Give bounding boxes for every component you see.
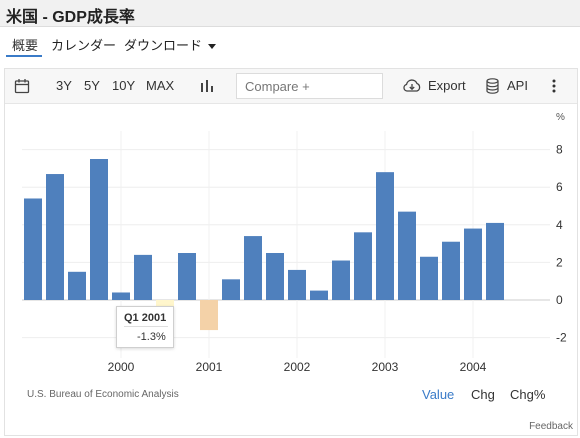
x-tick-label: 2003 bbox=[372, 360, 399, 374]
y-tick-label: 0 bbox=[556, 293, 563, 307]
mode-chg-button[interactable]: Chg bbox=[471, 387, 495, 402]
bar-q4-1999[interactable] bbox=[90, 159, 108, 300]
x-tick-label: 2004 bbox=[460, 360, 487, 374]
y-unit-label: % bbox=[556, 112, 565, 123]
bar-q2-1999[interactable] bbox=[46, 174, 64, 300]
x-tick-label: 2002 bbox=[284, 360, 311, 374]
bar-q1-1999[interactable] bbox=[24, 198, 42, 300]
bar-q4-2002[interactable] bbox=[354, 232, 372, 300]
chart-tooltip: Q1 2001 -1.3% bbox=[116, 306, 174, 348]
bar-q1-2000[interactable] bbox=[112, 292, 130, 300]
y-tick-label: 6 bbox=[556, 180, 563, 194]
bar-q2-2001[interactable] bbox=[222, 279, 240, 300]
bar-q2-2002[interactable] bbox=[310, 290, 328, 300]
bar-q1-2004[interactable] bbox=[464, 228, 482, 300]
bar-q1-2001[interactable] bbox=[200, 300, 218, 331]
y-tick-label: 2 bbox=[556, 255, 563, 269]
y-tick-label: -2 bbox=[556, 331, 567, 345]
bar-q4-2001[interactable] bbox=[266, 253, 284, 300]
bar-q2-2004[interactable] bbox=[486, 222, 504, 300]
bar-q3-2001[interactable] bbox=[244, 236, 262, 300]
x-tick-label: 2000 bbox=[108, 360, 135, 374]
tooltip-period: Q1 2001 bbox=[124, 312, 167, 324]
bar-q2-2003[interactable] bbox=[398, 211, 416, 300]
bar-q4-2003[interactable] bbox=[442, 241, 460, 300]
y-tick-label: 4 bbox=[556, 218, 563, 232]
chart-bars bbox=[24, 159, 504, 331]
tooltip-value: -1.3% bbox=[137, 331, 166, 343]
data-source-label: U.S. Bureau of Economic Analysis bbox=[27, 389, 179, 400]
y-tick-label: 8 bbox=[556, 143, 563, 157]
mode-chg-percent-button[interactable]: Chg% bbox=[510, 387, 545, 402]
bar-q2-2000[interactable] bbox=[134, 254, 152, 300]
bar-q3-2002[interactable] bbox=[332, 260, 350, 300]
mode-value-button[interactable]: Value bbox=[422, 387, 454, 402]
bar-q4-2000[interactable] bbox=[178, 253, 196, 300]
bar-q1-2002[interactable] bbox=[288, 269, 306, 300]
x-tick-label: 2001 bbox=[196, 360, 223, 374]
bar-q3-1999[interactable] bbox=[68, 271, 86, 300]
tooltip-divider bbox=[124, 326, 168, 327]
bar-q1-2003[interactable] bbox=[376, 172, 394, 300]
bar-q3-2003[interactable] bbox=[420, 256, 438, 300]
gdp-growth-bar-chart: -2 0 2 4 6 8% 2000 2001 2002 2003 2004 bbox=[22, 112, 567, 374]
feedback-link[interactable]: Feedback bbox=[529, 421, 573, 432]
